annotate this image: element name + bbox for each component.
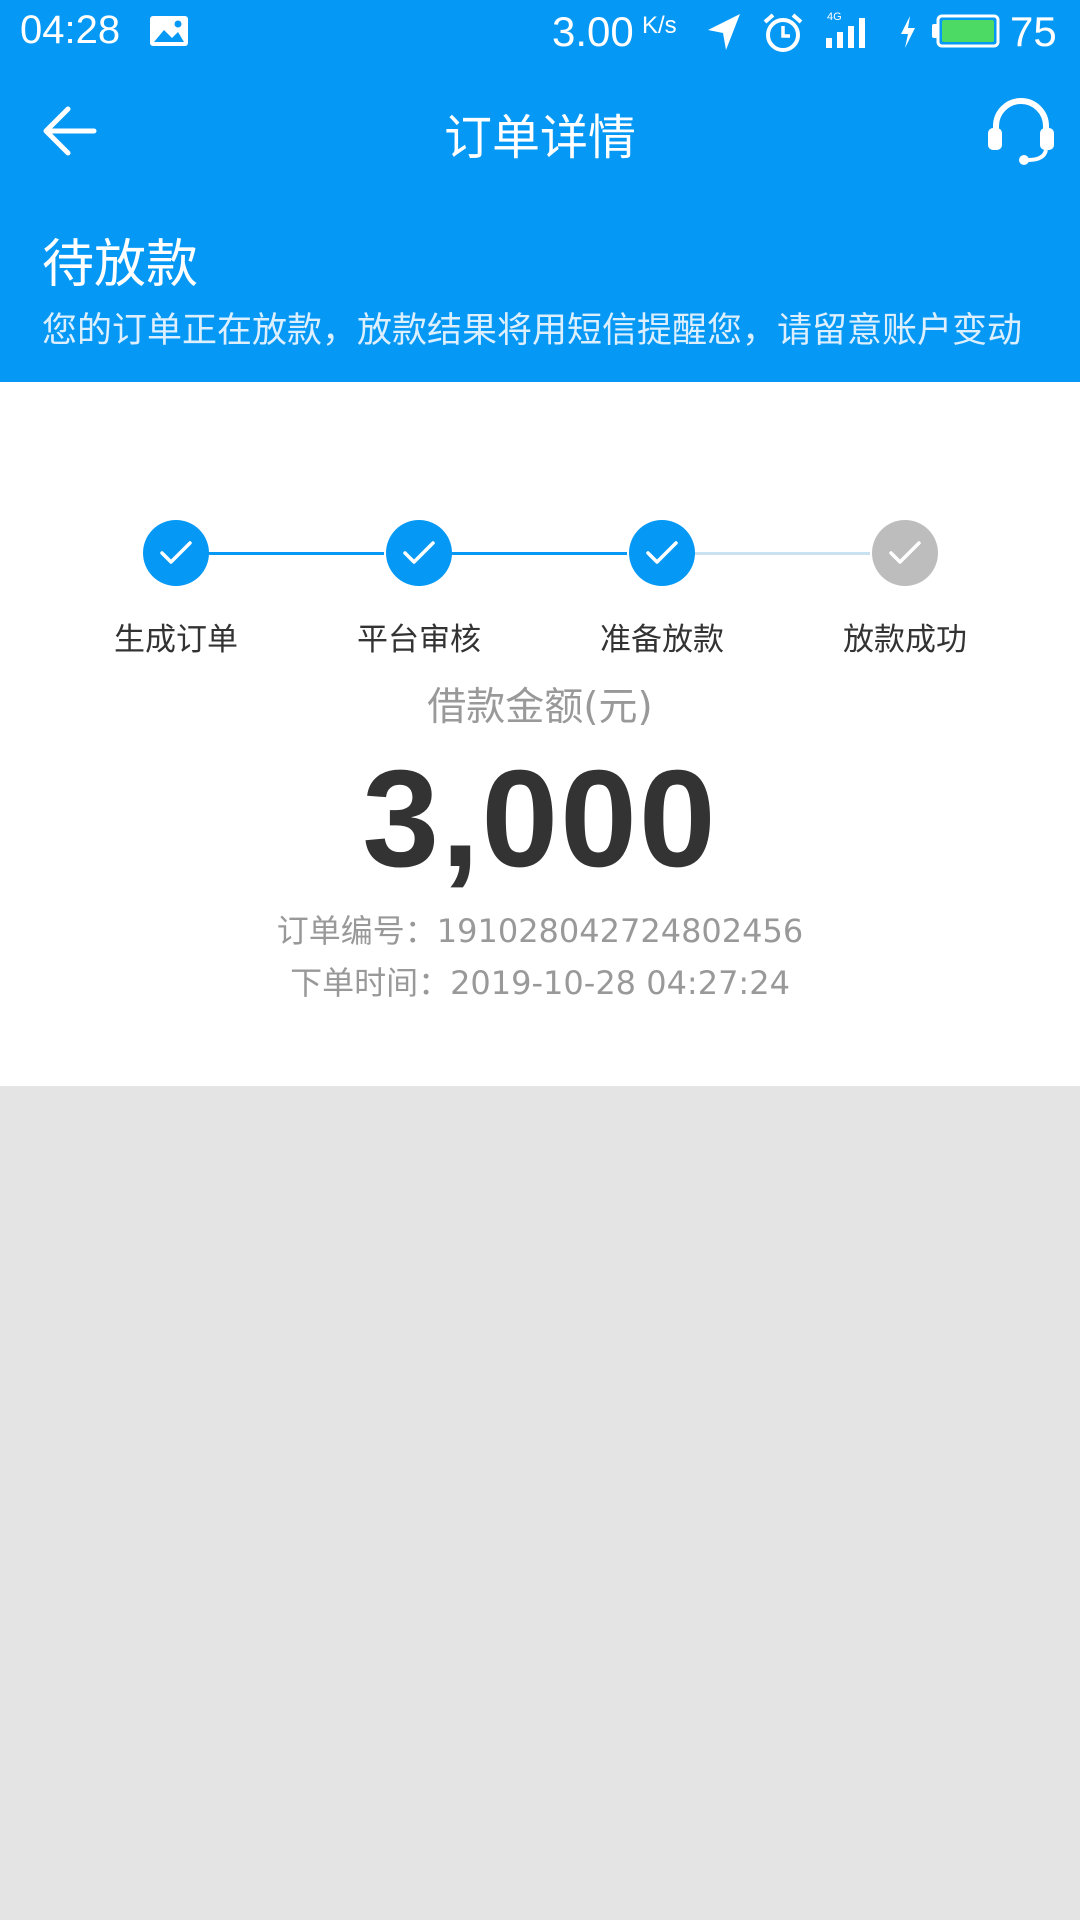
headset-icon[interactable]: [984, 94, 1058, 168]
battery-icon: [932, 14, 1000, 48]
image-icon: [150, 16, 188, 46]
step-pending-check-icon: [872, 520, 938, 586]
order-number: 订单编号：191028042724802456: [276, 912, 804, 950]
step-check-icon: [629, 520, 695, 586]
progress-steps: 生成订单 平台审核 准备放款 放款成功: [0, 448, 1080, 658]
alarm-icon: [763, 13, 803, 52]
loan-amount-label: 借款金额(元): [427, 685, 653, 730]
net-speed-unit: K/s: [642, 12, 677, 39]
step-label: 放款成功: [843, 622, 967, 658]
order-card: 生成订单 平台审核 准备放款 放款成功 借款金额(元) 3,000 订单编号：1…: [0, 382, 1080, 1086]
location-arrow-icon: [708, 14, 740, 50]
loan-amount: 3,000: [362, 742, 718, 896]
order-time: 下单时间：2019-10-28 04:27:24: [290, 964, 790, 1002]
step-check-icon: [143, 520, 209, 586]
nav-bar: 订单详情: [0, 80, 1080, 180]
status-bar: 04:28 3.00 K/s 4G 75: [0, 0, 1080, 66]
order-status-title: 待放款: [42, 235, 199, 295]
page-title: 订单详情: [443, 110, 636, 166]
net-speed: 3.00: [552, 8, 634, 55]
step-label: 生成订单: [114, 622, 238, 658]
charging-icon: [901, 16, 915, 48]
step-label: 准备放款: [600, 622, 724, 658]
status-time: 04:28: [20, 8, 121, 52]
order-status-description: 您的订单正在放款，放款结果将用短信提醒您，请留意账户变动: [42, 311, 1023, 351]
battery-level: 75: [1010, 8, 1057, 55]
signal-icon: 4G: [826, 11, 865, 48]
step-check-icon: [386, 520, 452, 586]
header-area: 04:28 3.00 K/s 4G 75 订单详情 待放款 您的订单正在放款，放…: [0, 0, 1080, 382]
network-type-label: 4G: [827, 11, 842, 23]
step-label: 平台审核: [357, 622, 481, 658]
